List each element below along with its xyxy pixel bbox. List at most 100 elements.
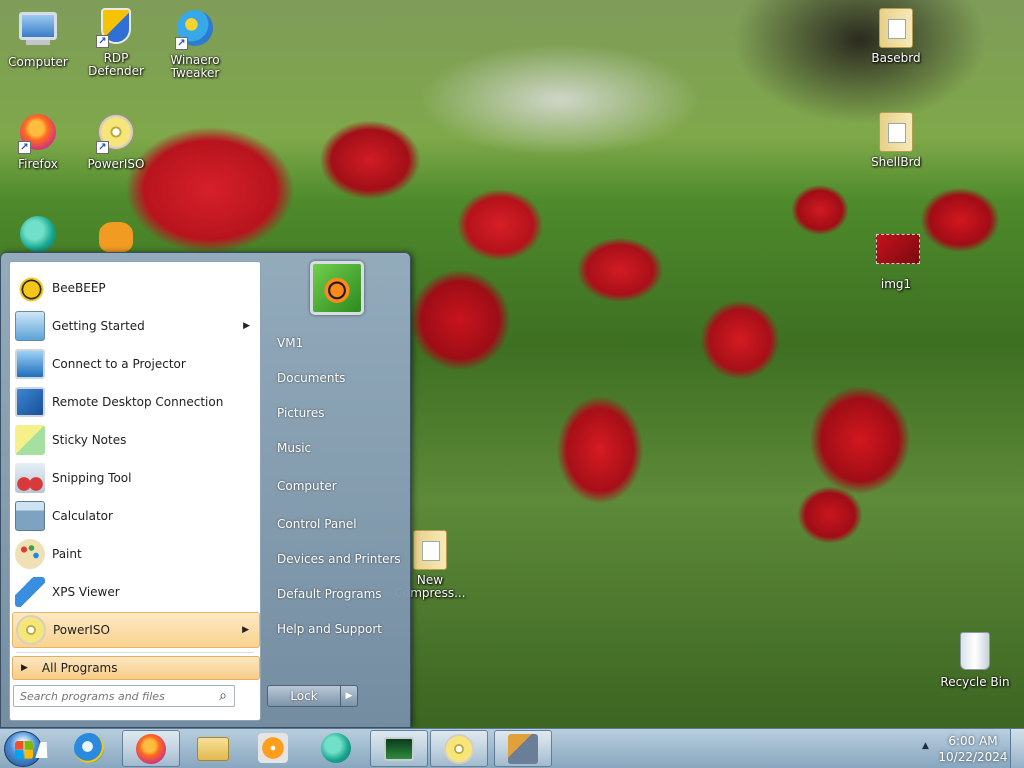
desktop-icon-label: Winaero Tweaker — [170, 53, 220, 80]
right-item-default-programs[interactable]: Default Programs — [273, 579, 405, 609]
file-explorer-icon — [197, 737, 229, 761]
scissors-icon — [15, 463, 45, 493]
all-programs-label: All Programs — [41, 661, 118, 675]
projector-icon — [15, 349, 45, 379]
program-item-sticky-notes[interactable]: Sticky Notes — [12, 422, 260, 458]
program-item-connect-projector[interactable]: Connect to a Projector — [12, 346, 260, 382]
program-label: Remote Desktop Connection — [52, 395, 224, 409]
program-label: Connect to a Projector — [52, 357, 186, 371]
desktop-icon-label: ShellBrd — [871, 155, 921, 169]
taskbar-file-explorer[interactable] — [184, 730, 242, 767]
lock-button[interactable]: Lock — [267, 685, 341, 707]
right-item-help-support[interactable]: Help and Support — [273, 614, 405, 644]
program-label: Getting Started — [52, 319, 145, 333]
shortcut-arrow-icon: ↗ — [96, 141, 109, 154]
taskbar-tool-app[interactable] — [494, 730, 552, 767]
windows-logo-icon — [15, 741, 33, 759]
program-label: Calculator — [52, 509, 113, 523]
clock-date: 10/22/2024 — [938, 750, 1008, 764]
program-item-poweriso[interactable]: PowerISO ▶ — [12, 612, 260, 648]
shutdown-options-button[interactable]: ▶ — [340, 685, 358, 707]
desktop-icon-shellbrd[interactable]: ShellBrd — [858, 112, 934, 169]
desktop-icon-rdp-defender[interactable]: ↗ RDP Defender — [78, 8, 154, 78]
internet-explorer-icon — [74, 733, 104, 763]
right-item-music[interactable]: Music — [273, 433, 405, 463]
program-item-snipping-tool[interactable]: Snipping Tool — [12, 460, 260, 496]
right-item-devices-printers[interactable]: Devices and Printers — [273, 544, 405, 574]
all-programs-button[interactable]: ▶ All Programs — [12, 656, 260, 680]
desktop-icon-label: PowerISO — [87, 157, 145, 171]
shortcut-arrow-icon: ↗ — [18, 141, 31, 154]
bee-icon — [15, 273, 45, 303]
program-label: XPS Viewer — [52, 585, 120, 599]
program-label: Sticky Notes — [52, 433, 127, 447]
taskbar-media-player[interactable] — [244, 730, 302, 767]
taskbar-teal-app[interactable] — [307, 730, 365, 767]
getting-started-icon — [15, 311, 45, 341]
taskbar-poweriso[interactable] — [430, 730, 488, 767]
desktop-icon-label: Recycle Bin — [940, 675, 1010, 689]
right-item-documents[interactable]: Documents — [273, 363, 405, 393]
poweriso-icon: ↗ — [96, 114, 136, 154]
taskbar-internet-explorer[interactable] — [60, 730, 118, 767]
desktop-icon-label: RDP Defender — [88, 51, 144, 78]
start-menu-programs-pane: BeeBEEP Getting Started ▶ Connect to a P… — [9, 261, 261, 721]
program-item-getting-started[interactable]: Getting Started ▶ — [12, 308, 260, 344]
teal-app-icon — [321, 733, 351, 763]
desktop-icon-img1[interactable]: img1 — [858, 226, 934, 291]
right-item-vm1[interactable]: VM1 — [273, 328, 405, 358]
recycle-bin-icon — [955, 632, 995, 672]
computer-icon — [18, 12, 58, 52]
start-menu: BeeBEEP Getting Started ▶ Connect to a P… — [0, 252, 411, 728]
desktop-icon-label: Firefox — [18, 157, 58, 171]
zip-folder-icon — [410, 530, 450, 570]
clock-time: 6:00 AM — [948, 734, 998, 748]
folder-icon — [876, 8, 916, 48]
user-picture[interactable] — [310, 261, 364, 315]
desktop-icon-poweriso[interactable]: ↗ PowerISO — [78, 112, 154, 171]
search-icon[interactable]: ⌕ — [213, 687, 233, 705]
desktop-icon-computer[interactable]: Computer — [0, 8, 76, 69]
program-item-calculator[interactable]: Calculator — [12, 498, 260, 534]
calculator-icon — [15, 501, 45, 531]
show-desktop-button[interactable] — [1010, 729, 1024, 768]
tool-icon — [508, 734, 538, 764]
program-item-beebeep[interactable]: BeeBEEP — [12, 270, 260, 306]
program-label: BeeBEEP — [52, 281, 106, 295]
submenu-arrow-icon: ▶ — [242, 625, 249, 635]
xps-viewer-icon — [15, 577, 45, 607]
program-item-remote-desktop[interactable]: Remote Desktop Connection — [12, 384, 260, 420]
image-file-icon — [876, 234, 920, 274]
desktop-icon-label: img1 — [880, 277, 912, 291]
sticky-notes-icon — [15, 425, 45, 455]
system-monitor-icon — [384, 737, 414, 761]
shortcut-arrow-icon: ↗ — [96, 35, 109, 48]
poweriso-icon — [444, 734, 474, 764]
program-item-xps-viewer[interactable]: XPS Viewer — [12, 574, 260, 610]
right-item-pictures[interactable]: Pictures — [273, 398, 405, 428]
desktop-icon-label: Basebrd — [871, 51, 921, 65]
taskbar: ▲ 6:00 AM 10/22/2024 — [0, 728, 1024, 768]
start-button[interactable] — [4, 731, 42, 767]
desktop-icon-label: Computer — [8, 55, 68, 69]
right-item-control-panel[interactable]: Control Panel — [273, 509, 405, 539]
paint-palette-icon — [15, 539, 45, 569]
search-input[interactable] — [13, 685, 235, 707]
desktop-icon-recycle-bin[interactable]: Recycle Bin — [937, 632, 1013, 689]
shortcut-arrow-icon: ↗ — [175, 37, 188, 50]
desktop-icon-winaero-tweaker[interactable]: ↗ Winaero Tweaker — [157, 8, 233, 80]
winaero-tweaker-icon: ↗ — [175, 10, 215, 50]
show-hidden-icons-icon[interactable]: ▲ — [922, 741, 929, 751]
system-clock[interactable]: 6:00 AM 10/22/2024 — [938, 733, 1008, 765]
taskbar-system-monitor[interactable] — [370, 730, 428, 767]
firefox-icon — [136, 734, 166, 764]
remote-desktop-icon — [15, 387, 45, 417]
desktop-icon-basebrd[interactable]: Basebrd — [858, 8, 934, 65]
program-item-paint[interactable]: Paint — [12, 536, 260, 572]
right-item-computer[interactable]: Computer — [273, 471, 405, 501]
chevron-right-icon: ▶ — [345, 691, 353, 701]
taskbar-firefox[interactable] — [122, 730, 180, 767]
program-label: PowerISO — [53, 623, 110, 637]
program-label: Paint — [52, 547, 82, 561]
desktop-icon-firefox[interactable]: ↗ Firefox — [0, 112, 76, 171]
